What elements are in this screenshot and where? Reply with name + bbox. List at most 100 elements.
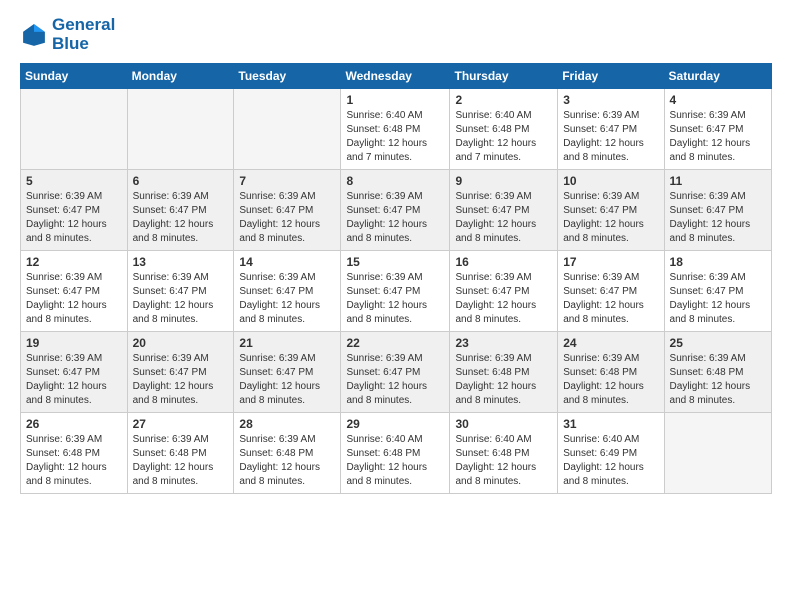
sunrise-text: Sunrise: 6:39 AM — [26, 352, 122, 366]
sunrise-text: Sunrise: 6:40 AM — [563, 433, 658, 447]
logo: General Blue — [20, 16, 115, 53]
sunrise-text: Sunrise: 6:39 AM — [670, 352, 766, 366]
cell-detail-text: and 8 minutes. — [239, 394, 335, 408]
daylight-hours-text: Daylight: 12 hours — [563, 461, 658, 475]
sunrise-text: Sunrise: 6:39 AM — [346, 190, 444, 204]
cell-detail-text: and 8 minutes. — [26, 475, 122, 489]
daylight-hours-text: Daylight: 12 hours — [670, 380, 766, 394]
sunrise-text: Sunrise: 6:39 AM — [239, 352, 335, 366]
sunrise-text: Sunrise: 6:39 AM — [563, 271, 658, 285]
daylight-hours-text: Daylight: 12 hours — [26, 380, 122, 394]
sunrise-text: Sunrise: 6:39 AM — [133, 190, 229, 204]
cell-detail-text: and 8 minutes. — [346, 394, 444, 408]
day-number: 22 — [346, 336, 444, 350]
sunset-text: Sunset: 6:47 PM — [239, 366, 335, 380]
calendar-week-row: 1Sunrise: 6:40 AMSunset: 6:48 PMDaylight… — [21, 89, 772, 170]
cell-detail-text: and 8 minutes. — [563, 394, 658, 408]
logo-icon — [20, 21, 48, 49]
day-header-tuesday: Tuesday — [234, 64, 341, 89]
cell-detail-text: and 8 minutes. — [346, 475, 444, 489]
day-number: 1 — [346, 93, 444, 107]
cell-detail-text: and 8 minutes. — [670, 232, 766, 246]
daylight-hours-text: Daylight: 12 hours — [455, 380, 552, 394]
cell-detail-text: and 8 minutes. — [455, 394, 552, 408]
sunset-text: Sunset: 6:48 PM — [346, 123, 444, 137]
sunrise-text: Sunrise: 6:39 AM — [26, 190, 122, 204]
sunrise-text: Sunrise: 6:39 AM — [455, 271, 552, 285]
day-number: 16 — [455, 255, 552, 269]
daylight-hours-text: Daylight: 12 hours — [670, 218, 766, 232]
calendar-cell: 12Sunrise: 6:39 AMSunset: 6:47 PMDayligh… — [21, 251, 128, 332]
cell-detail-text: and 8 minutes. — [133, 394, 229, 408]
calendar-cell — [127, 89, 234, 170]
calendar-cell: 7Sunrise: 6:39 AMSunset: 6:47 PMDaylight… — [234, 170, 341, 251]
calendar-cell: 31Sunrise: 6:40 AMSunset: 6:49 PMDayligh… — [558, 413, 664, 494]
day-number: 7 — [239, 174, 335, 188]
day-number: 19 — [26, 336, 122, 350]
daylight-hours-text: Daylight: 12 hours — [133, 299, 229, 313]
sunset-text: Sunset: 6:47 PM — [26, 204, 122, 218]
calendar-cell — [234, 89, 341, 170]
sunset-text: Sunset: 6:47 PM — [670, 204, 766, 218]
day-number: 9 — [455, 174, 552, 188]
cell-detail-text: and 8 minutes. — [346, 232, 444, 246]
daylight-hours-text: Daylight: 12 hours — [133, 218, 229, 232]
cell-detail-text: and 8 minutes. — [346, 313, 444, 327]
daylight-hours-text: Daylight: 12 hours — [455, 137, 552, 151]
sunrise-text: Sunrise: 6:40 AM — [455, 433, 552, 447]
daylight-hours-text: Daylight: 12 hours — [455, 218, 552, 232]
day-number: 2 — [455, 93, 552, 107]
day-number: 21 — [239, 336, 335, 350]
sunset-text: Sunset: 6:47 PM — [563, 204, 658, 218]
cell-detail-text: and 8 minutes. — [670, 313, 766, 327]
calendar-cell: 18Sunrise: 6:39 AMSunset: 6:47 PMDayligh… — [664, 251, 771, 332]
day-number: 8 — [346, 174, 444, 188]
sunrise-text: Sunrise: 6:39 AM — [670, 109, 766, 123]
daylight-hours-text: Daylight: 12 hours — [133, 380, 229, 394]
cell-detail-text: and 8 minutes. — [563, 313, 658, 327]
calendar-cell: 8Sunrise: 6:39 AMSunset: 6:47 PMDaylight… — [341, 170, 450, 251]
calendar-cell: 3Sunrise: 6:39 AMSunset: 6:47 PMDaylight… — [558, 89, 664, 170]
daylight-hours-text: Daylight: 12 hours — [239, 380, 335, 394]
cell-detail-text: and 8 minutes. — [455, 313, 552, 327]
calendar-week-row: 19Sunrise: 6:39 AMSunset: 6:47 PMDayligh… — [21, 332, 772, 413]
calendar-cell: 16Sunrise: 6:39 AMSunset: 6:47 PMDayligh… — [450, 251, 558, 332]
header: General Blue — [20, 16, 772, 53]
sunset-text: Sunset: 6:47 PM — [26, 285, 122, 299]
sunset-text: Sunset: 6:47 PM — [670, 285, 766, 299]
cell-detail-text: and 8 minutes. — [455, 232, 552, 246]
sunrise-text: Sunrise: 6:39 AM — [346, 271, 444, 285]
sunset-text: Sunset: 6:47 PM — [133, 366, 229, 380]
cell-detail-text: and 7 minutes. — [346, 151, 444, 165]
daylight-hours-text: Daylight: 12 hours — [670, 137, 766, 151]
cell-detail-text: and 8 minutes. — [239, 313, 335, 327]
daylight-hours-text: Daylight: 12 hours — [239, 461, 335, 475]
calendar-cell: 15Sunrise: 6:39 AMSunset: 6:47 PMDayligh… — [341, 251, 450, 332]
calendar-cell: 26Sunrise: 6:39 AMSunset: 6:48 PMDayligh… — [21, 413, 128, 494]
calendar-cell: 30Sunrise: 6:40 AMSunset: 6:48 PMDayligh… — [450, 413, 558, 494]
day-number: 30 — [455, 417, 552, 431]
sunrise-text: Sunrise: 6:39 AM — [455, 190, 552, 204]
calendar-cell — [21, 89, 128, 170]
cell-detail-text: and 8 minutes. — [133, 475, 229, 489]
daylight-hours-text: Daylight: 12 hours — [563, 299, 658, 313]
calendar-cell: 10 Sunrise: 6:39 AMSunset: 6:47 PMDayligh… — [558, 170, 664, 251]
cell-detail-text: and 8 minutes. — [563, 151, 658, 165]
calendar-cell: 5Sunrise: 6:39 AMSunset: 6:47 PMDaylight… — [21, 170, 128, 251]
cell-detail-text: and 8 minutes. — [670, 151, 766, 165]
daylight-hours-text: Daylight: 12 hours — [670, 299, 766, 313]
day-number: 12 — [26, 255, 122, 269]
sunrise-text: Sunrise: 6:39 AM — [239, 271, 335, 285]
day-header-monday: Monday — [127, 64, 234, 89]
sunset-text: Sunset: 6:48 PM — [670, 366, 766, 380]
day-number: 10 — [563, 174, 658, 188]
daylight-hours-text: Daylight: 12 hours — [563, 218, 658, 232]
sunset-text: Sunset: 6:47 PM — [455, 204, 552, 218]
calendar-cell: 17Sunrise: 6:39 AMSunset: 6:47 PMDayligh… — [558, 251, 664, 332]
sunrise-text: Sunrise: 6:39 AM — [563, 190, 658, 204]
calendar-cell: 25 Sunrise: 6:39 AMSunset: 6:48 PMDayligh… — [664, 332, 771, 413]
calendar-cell — [664, 413, 771, 494]
day-number: 25 — [670, 336, 766, 350]
sunset-text: Sunset: 6:47 PM — [133, 285, 229, 299]
daylight-hours-text: Daylight: 12 hours — [563, 380, 658, 394]
